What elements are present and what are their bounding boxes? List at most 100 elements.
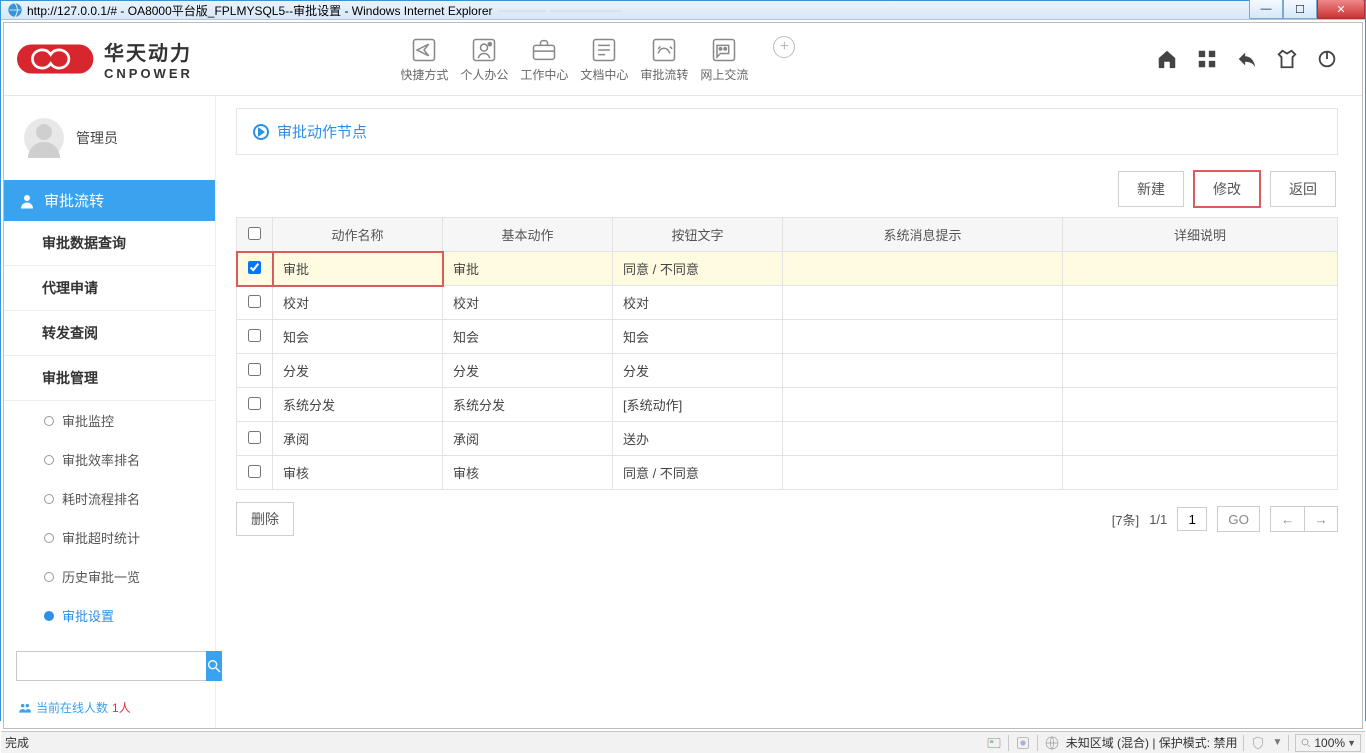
cell-c2: 校对	[443, 286, 613, 320]
nav-add[interactable]: +	[754, 36, 814, 83]
nav-approval[interactable]: 审批流转	[634, 36, 694, 83]
go-button[interactable]: GO	[1217, 506, 1260, 532]
status-zone: 未知区域 (混合) | 保护模式: 禁用	[1066, 734, 1238, 751]
grid-icon[interactable]	[1196, 48, 1218, 70]
sidebar-item-manage[interactable]: 审批管理	[4, 356, 215, 401]
cell-c1: 系统分发	[273, 388, 443, 422]
prev-page-button[interactable]: ←	[1270, 506, 1304, 532]
cell-c3: [系统动作]	[613, 388, 783, 422]
cell-c2: 知会	[443, 320, 613, 354]
shirt-icon[interactable]	[1276, 48, 1298, 70]
table-row[interactable]: 系统分发系统分发[系统动作]	[237, 388, 1338, 422]
sidebar-sub-monitor[interactable]: 审批监控	[4, 401, 215, 440]
select-all-checkbox[interactable]	[248, 227, 261, 240]
cell-c5	[1063, 422, 1338, 456]
cell-c5	[1063, 388, 1338, 422]
avatar	[24, 118, 64, 158]
row-checkbox[interactable]	[248, 363, 261, 376]
row-checkbox[interactable]	[248, 261, 261, 274]
cell-c2: 承阅	[443, 422, 613, 456]
close-button[interactable]: ✕	[1317, 0, 1365, 19]
cell-c4	[783, 252, 1063, 286]
cell-c3: 同意 / 不同意	[613, 456, 783, 490]
nav-workcenter[interactable]: 工作中心	[514, 36, 574, 83]
logo-mark	[16, 39, 98, 79]
zoom-control[interactable]: 100% ▼	[1295, 734, 1361, 752]
zoom-icon	[1300, 737, 1312, 749]
row-check-cell	[237, 422, 273, 456]
cell-c2: 审批	[443, 252, 613, 286]
cell-c2: 审核	[443, 456, 613, 490]
minimize-button[interactable]: —	[1249, 0, 1283, 19]
header-right	[1156, 48, 1338, 70]
cell-c1: 承阅	[273, 422, 443, 456]
logo: 华天动力 CNPOWER	[16, 37, 193, 81]
back-button[interactable]: 返回	[1270, 171, 1336, 207]
row-checkbox[interactable]	[248, 397, 261, 410]
cell-c4	[783, 456, 1063, 490]
sidebar-sub-settings[interactable]: 审批设置	[4, 596, 215, 635]
table-row[interactable]: 校对校对校对	[237, 286, 1338, 320]
search-input[interactable]	[16, 651, 206, 681]
cell-c4	[783, 354, 1063, 388]
status-done: 完成	[5, 734, 29, 751]
edit-button[interactable]: 修改	[1194, 171, 1260, 207]
cell-c4	[783, 422, 1063, 456]
sidebar-module-head[interactable]: 审批流转	[4, 180, 215, 221]
reply-icon[interactable]	[1236, 48, 1258, 70]
status-icon-1	[986, 735, 1002, 751]
new-button[interactable]: 新建	[1118, 171, 1184, 207]
sidebar: 管理员 审批流转 审批数据查询 代理申请 转发查阅 审批管理 审批监控 审批效率…	[4, 96, 216, 728]
user-icon	[18, 192, 36, 210]
cell-c5	[1063, 252, 1338, 286]
cell-c3: 分发	[613, 354, 783, 388]
cell-c4	[783, 286, 1063, 320]
nav-personal[interactable]: 个人办公	[454, 36, 514, 83]
status-bar: 完成 未知区域 (混合) | 保护模式: 禁用 ▼ 100% ▼	[1, 731, 1365, 753]
row-checkbox[interactable]	[248, 329, 261, 342]
sidebar-item-data-query[interactable]: 审批数据查询	[4, 221, 215, 266]
table-row[interactable]: 承阅承阅送办	[237, 422, 1338, 456]
sidebar-item-forward[interactable]: 转发查阅	[4, 311, 215, 356]
header-check	[237, 218, 273, 252]
row-check-cell	[237, 456, 273, 490]
sidebar-sub-efficiency[interactable]: 审批效率排名	[4, 440, 215, 479]
panel-title: 审批动作节点	[236, 108, 1338, 155]
table-row[interactable]: 审核审核同意 / 不同意	[237, 456, 1338, 490]
nav-docs[interactable]: 文档中心	[574, 36, 634, 83]
sidebar-sub-timeout[interactable]: 审批超时统计	[4, 518, 215, 557]
nav-comm[interactable]: 网上交流	[694, 36, 754, 83]
nav-quicklaunch[interactable]: 快捷方式	[394, 36, 454, 83]
sidebar-scroll[interactable]: 审批数据查询 代理申请 转发查阅 审批管理 审批监控 审批效率排名 耗时流程排名…	[4, 221, 215, 635]
main-panel: 审批动作节点 新建 修改 返回 动作名称 基本动作	[216, 96, 1362, 728]
home-icon[interactable]	[1156, 48, 1178, 70]
data-table: 动作名称 基本动作 按钮文字 系统消息提示 详细说明 审批审批同意 / 不同意校…	[236, 217, 1338, 490]
sidebar-item-proxy[interactable]: 代理申请	[4, 266, 215, 311]
row-checkbox[interactable]	[248, 431, 261, 444]
nav-label: 工作中心	[520, 66, 568, 83]
cell-c1: 知会	[273, 320, 443, 354]
sidebar-sub-history[interactable]: 历史审批一览	[4, 557, 215, 596]
table-row[interactable]: 知会知会知会	[237, 320, 1338, 354]
table-row[interactable]: 分发分发分发	[237, 354, 1338, 388]
row-checkbox[interactable]	[248, 465, 261, 478]
pager-total: [7条]	[1112, 510, 1139, 529]
nav-label: 文档中心	[580, 66, 628, 83]
row-checkbox[interactable]	[248, 295, 261, 308]
ie-icon	[7, 2, 23, 18]
delete-button[interactable]: 删除	[236, 502, 294, 536]
table-footer: 删除 [7条] 1/1 GO ← →	[236, 502, 1338, 536]
maximize-button[interactable]: ☐	[1283, 0, 1317, 19]
pager-input[interactable]	[1177, 507, 1207, 531]
power-icon[interactable]	[1316, 48, 1338, 70]
sidebar-sub-time[interactable]: 耗时流程排名	[4, 479, 215, 518]
cell-c4	[783, 320, 1063, 354]
nav-label: 审批流转	[640, 66, 688, 83]
window-titlebar: http://127.0.0.1/# - OA8000平台版_FPLMYSQL5…	[1, 1, 1365, 20]
sidebar-module-label: 审批流转	[44, 190, 104, 211]
window-buttons: — ☐ ✕	[1249, 1, 1365, 19]
next-page-button[interactable]: →	[1304, 506, 1338, 532]
table-row[interactable]: 审批审批同意 / 不同意	[237, 252, 1338, 286]
globe-icon	[1044, 735, 1060, 751]
shield-icon[interactable]	[1250, 735, 1266, 751]
